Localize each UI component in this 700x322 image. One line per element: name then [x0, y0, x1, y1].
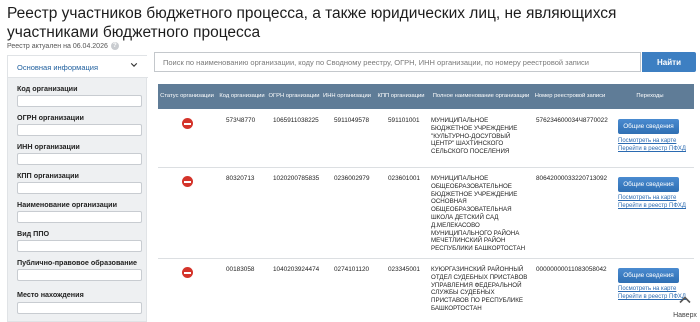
- back-to-top-button[interactable]: Наверх: [671, 295, 699, 322]
- ppo-type-label: Вид ППО: [17, 229, 50, 238]
- pfhd-registry-link[interactable]: Перейти в реестр ПФХД: [618, 203, 686, 209]
- general-info-button[interactable]: Общие сведения: [618, 177, 679, 192]
- cell-record-number: 00000000011083058042: [536, 266, 607, 273]
- inn-input[interactable]: [17, 153, 142, 165]
- cell-ogrn: 1020200785835: [273, 175, 320, 182]
- cell-ogrn: 1065911038225: [273, 117, 319, 124]
- column-header-transitions: Переходы: [636, 93, 664, 99]
- org-name-input[interactable]: [17, 211, 142, 223]
- general-info-button[interactable]: Общие сведения: [618, 268, 679, 283]
- table-row: 00183058 1040203924474 0274101120 023345…: [158, 259, 694, 322]
- back-to-top-label: Наверх: [673, 312, 697, 319]
- help-icon[interactable]: ?: [110, 42, 119, 50]
- chevron-down-icon[interactable]: [130, 61, 138, 69]
- cell-code: 00183058: [226, 266, 255, 273]
- cell-code: 573Ч8770: [226, 117, 256, 124]
- column-header-ogrn: ОГРН организации: [268, 93, 320, 99]
- table-header: Статус организации Код организации ОГРН …: [158, 84, 694, 109]
- search-input[interactable]: [154, 52, 641, 72]
- cell-record-number: 80642000033220713092: [536, 175, 608, 182]
- registry-date: Реестр актуален на 06.04.2026: [7, 42, 108, 50]
- table-row: 573Ч8770 1065911038225 5911049578 591101…: [158, 110, 694, 168]
- column-header-code: Код организации: [219, 93, 265, 99]
- registry-date-line: Реестр актуален на 06.04.2026 ?: [7, 42, 119, 50]
- filter-section-header[interactable]: Основная информация: [8, 56, 148, 78]
- view-on-map-link[interactable]: Посмотреть на карте: [618, 286, 676, 292]
- status-excluded-icon: [182, 267, 193, 278]
- cell-code: 80320713: [226, 175, 255, 182]
- public-entity-label: Публично-правовое образование: [17, 258, 138, 267]
- column-header-kpp: КПП организации: [377, 93, 425, 99]
- column-header-inn: ИНН организации: [323, 93, 371, 99]
- cell-ogrn: 1040203924474: [273, 266, 320, 273]
- ogrn-label: ОГРН организации: [17, 113, 84, 122]
- column-header-full-name: Полное наименование организации: [432, 93, 530, 99]
- cell-kpp: 023345001: [388, 266, 420, 273]
- cell-inn: 0236002979: [334, 175, 370, 182]
- column-header-record-number: Номер реестровой записи: [534, 93, 606, 99]
- search-button[interactable]: Найти: [642, 52, 696, 72]
- org-name-label: Наименование организации: [17, 200, 117, 209]
- view-on-map-link[interactable]: Посмотреть на карте: [618, 195, 676, 201]
- location-label: Место нахождения: [17, 290, 84, 299]
- filter-sidebar: Основная информация Код организации ОГРН…: [7, 55, 148, 322]
- kpp-label: КПП организации: [17, 171, 79, 180]
- cell-full-name: МУНИЦИПАЛЬНОЕ БЮДЖЕТНОЕ УЧРЕЖДЕНИЕ "КУЛЬ…: [431, 117, 518, 156]
- org-code-input[interactable]: [17, 95, 142, 107]
- inn-label: ИНН организации: [17, 142, 80, 151]
- up-arrow-icon: [679, 296, 691, 304]
- pfhd-registry-link[interactable]: Перейти в реестр ПФХД: [618, 146, 686, 152]
- status-excluded-icon: [182, 118, 193, 129]
- location-input[interactable]: [17, 302, 142, 314]
- public-entity-input[interactable]: [17, 269, 142, 281]
- ogrn-input[interactable]: [17, 124, 142, 136]
- column-header-status: Статус организации: [160, 93, 214, 99]
- filter-section-title: Основная информация: [17, 63, 99, 72]
- view-on-map-link[interactable]: Посмотреть на карте: [618, 138, 676, 144]
- cell-inn: 5911049578: [334, 117, 370, 124]
- table-row: 80320713 1020200785835 0236002979 023601…: [158, 168, 694, 259]
- cell-kpp: 023601001: [388, 175, 420, 182]
- cell-kpp: 591101001: [388, 117, 420, 124]
- org-code-label: Код организации: [17, 84, 78, 93]
- ppo-type-input[interactable]: [17, 240, 142, 252]
- status-excluded-icon: [182, 176, 193, 187]
- cell-full-name: МУНИЦИПАЛЬНОЕ ОБЩЕОБРАЗОВАТЕЛЬНОЕ БЮДЖЕТ…: [431, 175, 526, 253]
- cell-full-name: КУЮРГАЗИНСКИЙ РАЙОННЫЙ ОТДЕЛ СУДЕБНЫХ ПР…: [431, 266, 528, 312]
- general-info-button[interactable]: Общие сведения: [618, 119, 679, 134]
- cell-record-number: 576234600034Ч8770022: [536, 117, 608, 124]
- page-title: Реестр участников бюджетного процесса, а…: [7, 5, 617, 41]
- cell-inn: 0274101120: [334, 266, 370, 273]
- kpp-input[interactable]: [17, 182, 142, 194]
